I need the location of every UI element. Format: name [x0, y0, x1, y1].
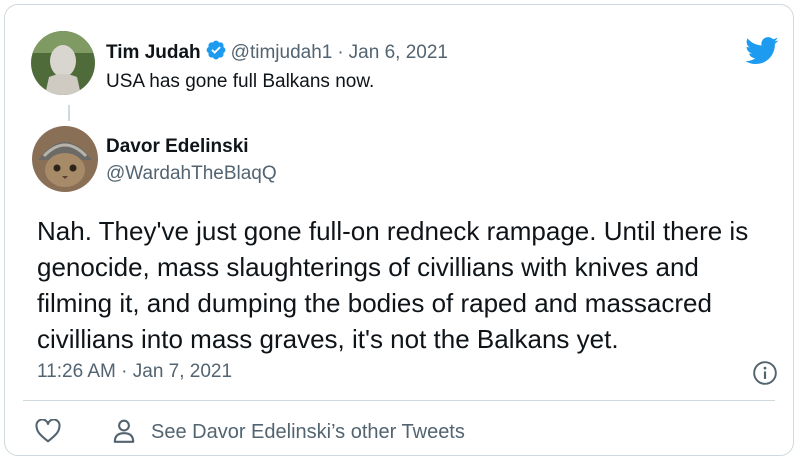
heart-icon[interactable] [35, 418, 61, 448]
footer-divider [23, 400, 775, 401]
thread-connector [68, 105, 70, 121]
quoted-tweet-header: Tim Judah @timjudah1 · Jan 6, 2021 [106, 39, 448, 66]
author-handle[interactable]: @timjudah1 [231, 42, 333, 63]
reply-author-handle[interactable]: @WardahTheBlaqQ [106, 163, 277, 185]
reply-author-name[interactable]: Davor Edelinski [106, 136, 249, 158]
davor-edelinski-avatar[interactable] [32, 126, 98, 192]
verified-badge-icon [205, 39, 227, 66]
info-icon[interactable] [752, 360, 778, 391]
twitter-bird-icon[interactable] [745, 37, 779, 70]
date-separator: · [337, 42, 344, 63]
tweet-card: Tim Judah @timjudah1 · Jan 6, 2021 USA has … [4, 4, 794, 456]
reply-timestamp[interactable]: 11:26 AM · Jan 7, 2021 [37, 361, 232, 383]
person-icon[interactable] [112, 418, 136, 449]
quoted-tweet-date[interactable]: Jan 6, 2021 [349, 42, 448, 63]
author-name[interactable]: Tim Judah [106, 42, 201, 63]
tim-judah-avatar[interactable] [31, 31, 95, 95]
see-other-tweets-link[interactable]: See Davor Edelinski’s other Tweets [151, 421, 465, 444]
quoted-tweet-text: USA has gone full Balkans now. [106, 71, 375, 92]
reply-tweet-text: Nah. They've just gone full-on redneck r… [37, 216, 749, 354]
